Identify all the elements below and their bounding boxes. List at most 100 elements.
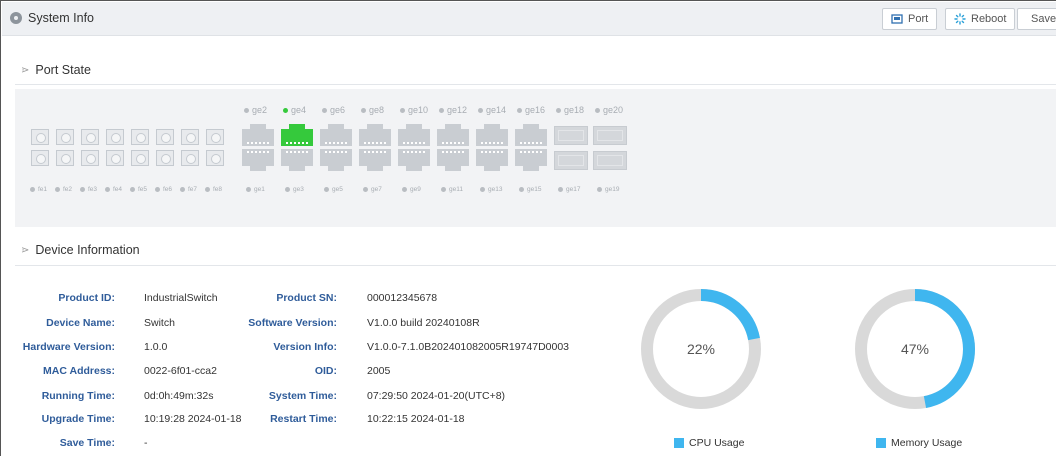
rj45-port[interactable]	[515, 149, 547, 171]
port-label-text: ge10	[408, 105, 429, 115]
port-label-text: ge7	[371, 186, 382, 193]
rj45-port[interactable]	[398, 124, 430, 146]
fe-port[interactable]	[181, 150, 199, 166]
port-label-text: fe2	[63, 186, 73, 193]
product-sn-value: 000012345678	[367, 292, 438, 304]
cpu-usage-legend: CPU Usage	[674, 437, 744, 449]
port-label-text: ge1	[254, 186, 265, 193]
product-id-label: Product ID:	[58, 292, 115, 304]
rj45-port[interactable]	[281, 149, 313, 171]
fe-port[interactable]	[106, 129, 124, 145]
fe-port[interactable]	[206, 150, 224, 166]
port-status-dot	[597, 187, 602, 192]
rj45-port[interactable]	[320, 124, 352, 146]
rj45-port[interactable]	[320, 149, 352, 171]
fe-port[interactable]	[156, 129, 174, 145]
port-label: ge14	[478, 105, 506, 115]
mac-address-label: MAC Address:	[43, 365, 115, 377]
port-status-dot	[205, 187, 210, 192]
fe-port[interactable]	[31, 129, 49, 145]
rj45-port[interactable]	[281, 124, 313, 146]
device-info-header[interactable]: ⋗ Device Information	[21, 243, 140, 257]
rj45-port[interactable]	[398, 149, 430, 171]
sfp-port[interactable]	[593, 126, 627, 145]
rj45-port[interactable]	[515, 124, 547, 146]
memory-legend-swatch	[876, 438, 886, 448]
upgrade-time-label: Upgrade Time:	[41, 413, 115, 425]
port-label: ge20	[595, 105, 623, 115]
fe-port[interactable]	[131, 129, 149, 145]
port-label-text: fe5	[138, 186, 148, 193]
port-label-text: ge19	[605, 186, 620, 193]
rj45-port[interactable]	[359, 149, 391, 171]
fe-port[interactable]	[156, 150, 174, 166]
port-label: fe3	[80, 186, 97, 193]
port-status-dot	[519, 187, 524, 192]
expand-chevron-icon: ⋗	[21, 244, 30, 256]
port-label: ge4	[283, 105, 306, 115]
save-button[interactable]: Save	[1017, 8, 1056, 30]
port-label-text: ge2	[252, 105, 268, 115]
system-info-panel: System Info Port Reboot Save ⋗ Port Stat…	[0, 0, 1056, 456]
fe-port[interactable]	[31, 150, 49, 166]
rj45-port[interactable]	[437, 149, 469, 171]
fe-port[interactable]	[181, 129, 199, 145]
restart-time-value: 10:22:15 2024-01-18	[367, 413, 465, 425]
port-button-label: Port	[908, 13, 929, 25]
port-label-text: ge5	[332, 186, 343, 193]
port-status-dot	[180, 187, 185, 192]
reboot-button[interactable]: Reboot	[945, 8, 1016, 30]
running-time-value: 0d:0h:49m:32s	[144, 390, 214, 402]
page-title-text: System Info	[28, 11, 94, 25]
port-label-text: fe3	[88, 186, 98, 193]
sfp-port[interactable]	[554, 126, 588, 145]
fe-port[interactable]	[56, 129, 74, 145]
rj45-port[interactable]	[359, 124, 391, 146]
save-time-label: Save Time:	[59, 437, 115, 449]
port-status-dot	[363, 187, 368, 192]
fe-port[interactable]	[131, 150, 149, 166]
software-version-label: Software Version:	[248, 317, 337, 329]
fe-port[interactable]	[106, 150, 124, 166]
port-label: ge7	[363, 186, 382, 193]
port-label-text: ge14	[486, 105, 507, 115]
port-label: ge8	[361, 105, 384, 115]
memory-usage-label: Memory Usage	[891, 437, 963, 449]
fe-port[interactable]	[206, 129, 224, 145]
rj45-port[interactable]	[242, 124, 274, 146]
rj45-port[interactable]	[476, 124, 508, 146]
port-status-dot	[480, 187, 485, 192]
reboot-button-label: Reboot	[971, 13, 1007, 25]
port-label: ge3	[285, 186, 304, 193]
port-label: fe2	[55, 186, 72, 193]
port-label: fe7	[180, 186, 197, 193]
port-status-dot	[244, 107, 249, 113]
rj45-port[interactable]	[242, 149, 274, 171]
cpu-legend-swatch	[674, 438, 684, 448]
fe-port[interactable]	[81, 150, 99, 166]
sfp-port[interactable]	[593, 151, 627, 170]
port-state-header[interactable]: ⋗ Port State	[21, 63, 91, 77]
port-label-text: ge3	[293, 186, 304, 193]
fe-port[interactable]	[81, 129, 99, 145]
save-button-label: Save	[1031, 13, 1056, 25]
port-label: fe1	[30, 186, 47, 193]
rj45-port[interactable]	[476, 149, 508, 171]
port-label: fe4	[105, 186, 122, 193]
sfp-port[interactable]	[554, 151, 588, 170]
page-title: System Info	[10, 11, 94, 25]
port-status-dot	[324, 187, 329, 192]
port-label: ge15	[519, 186, 541, 193]
rj45-port[interactable]	[437, 124, 469, 146]
fe-port[interactable]	[56, 150, 74, 166]
port-label: fe5	[130, 186, 147, 193]
port-label-text: fe1	[38, 186, 48, 193]
memory-usage-percent: 47%	[900, 341, 930, 357]
port-status-dot	[283, 107, 288, 113]
port-status-dot	[30, 187, 35, 192]
software-version-value: V1.0.0 build 20240108R	[367, 317, 480, 329]
device-info-title: Device Information	[35, 243, 140, 257]
port-label-text: ge4	[291, 105, 307, 115]
port-button[interactable]: Port	[882, 8, 938, 30]
port-status-dot	[478, 107, 483, 113]
